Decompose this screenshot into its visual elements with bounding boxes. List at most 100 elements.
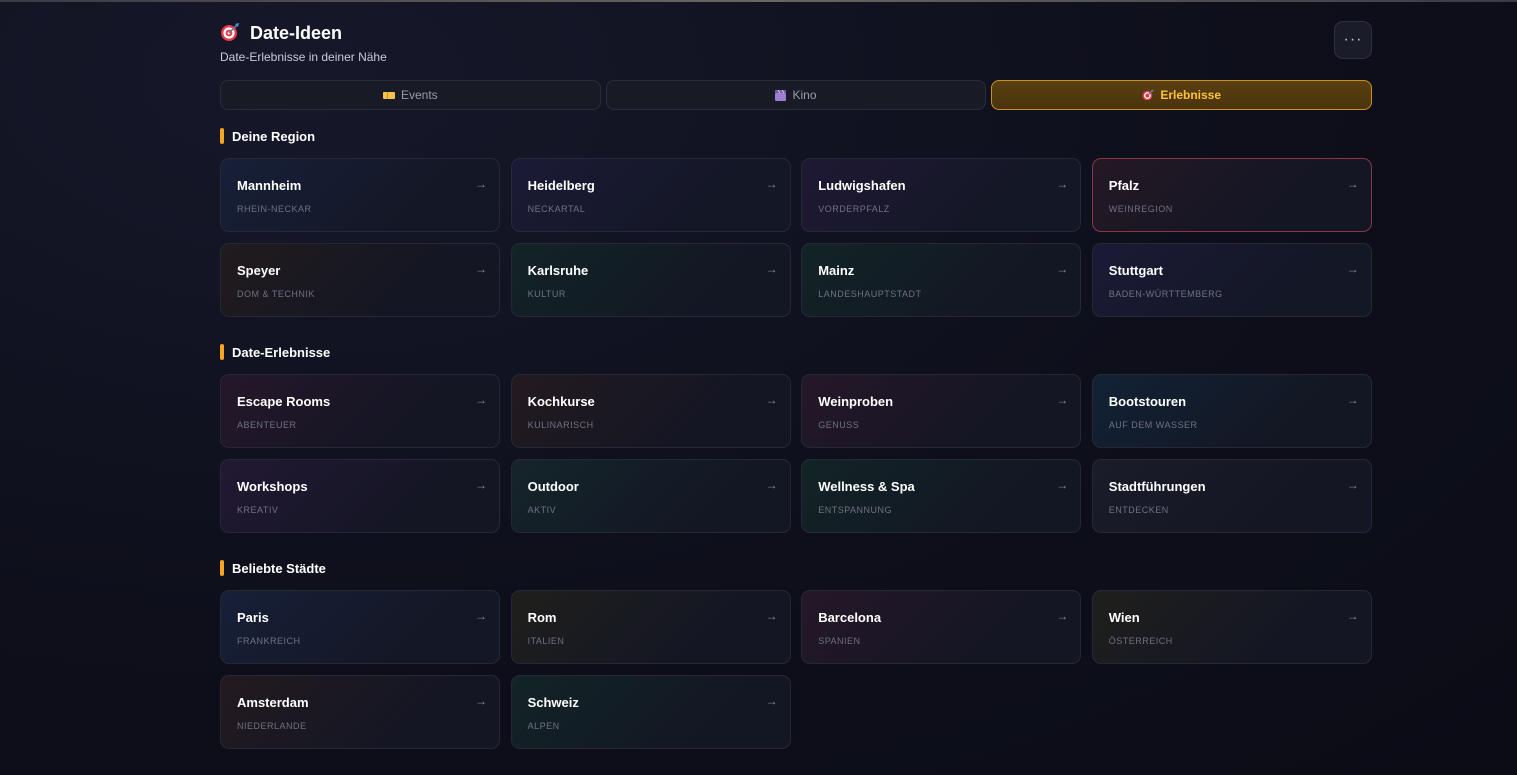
tab-erlebnisse-label: Erlebnisse [1160, 88, 1222, 102]
section-accent-bar [220, 344, 224, 360]
card-barcelona[interactable]: Barcelona SPANIEN → [801, 590, 1082, 664]
section-accent-bar [220, 128, 224, 144]
card-subtitle: BADEN-WÜRTTEMBERG [1108, 289, 1223, 299]
section-title-experiences: Date-Erlebnisse [220, 344, 330, 360]
card-subtitle: DOM & TECHNIK [237, 289, 315, 299]
card-title: Barcelona [818, 610, 882, 625]
card-pfalz[interactable]: Pfalz WEINREGION → [1091, 158, 1372, 232]
card-subtitle: FRANKREICH [237, 636, 301, 646]
card-subtitle: ITALIEN [527, 636, 565, 646]
arrow-right-icon: → [765, 609, 778, 623]
card-title: Kochkurse [527, 394, 595, 409]
card-escape-rooms[interactable]: Escape Rooms ABENTEUER → [220, 374, 500, 448]
card-subtitle: VORDERPFALZ [818, 204, 890, 214]
arrow-right-icon: → [1056, 478, 1069, 492]
more-dots-icon: ··· [1343, 31, 1363, 48]
card-subtitle: AUF DEM WASSER [1108, 420, 1198, 430]
tab-events[interactable]: Events [220, 80, 601, 110]
card-karlsruhe[interactable]: Karlsruhe KULTUR → [510, 243, 791, 317]
page-container: Date-Ideen Date-Erlebnisse in deiner Näh… [220, 0, 1373, 749]
card-title: Escape Rooms [237, 394, 331, 409]
page-subtitle: Date-Erlebnisse in deiner Nähe [220, 50, 387, 64]
card-title: Speyer [237, 263, 281, 278]
card-rom[interactable]: Rom ITALIEN → [510, 590, 791, 664]
region-grid: Mannheim RHEIN-NECKAR → Heidelberg NECKARTAL… [220, 158, 1372, 317]
card-subtitle: ÖSTERREICH [1108, 636, 1173, 646]
card-subtitle: NECKARTAL [527, 204, 586, 214]
card-subtitle: ENTSPANNUNG [818, 505, 893, 515]
arrow-right-icon: → [765, 393, 778, 407]
card-title: Bootstouren [1108, 394, 1187, 409]
arrow-right-icon: → [765, 694, 778, 708]
card-weinproben[interactable]: Weinproben GENUSS → [801, 374, 1082, 448]
card-title: Mainz [818, 263, 855, 278]
section-accent-bar [220, 560, 224, 576]
arrow-right-icon: → [475, 609, 487, 623]
section-title-label: Date-Erlebnisse [232, 344, 331, 360]
card-title: Mannheim [237, 178, 302, 193]
card-subtitle: ENTDECKEN [1108, 505, 1169, 515]
card-stadtführungen[interactable]: Stadtführungen ENTDECKEN → [1091, 459, 1372, 533]
card-title: Weinproben [818, 394, 894, 409]
card-kochkurse[interactable]: Kochkurse KULINARISCH → [510, 374, 791, 448]
more-options-button[interactable]: ··· [1334, 21, 1372, 59]
target-icon [220, 22, 242, 44]
arrow-right-icon: → [1346, 177, 1359, 191]
card-outdoor[interactable]: Outdoor AKTIV → [510, 459, 791, 533]
card-title: Ludwigshafen [818, 178, 906, 193]
card-title: Wellness & Spa [818, 479, 915, 494]
arrow-right-icon: → [475, 262, 487, 276]
card-title: Pfalz [1108, 178, 1140, 193]
ticket-icon [382, 91, 395, 100]
card-subtitle: KREATIV [237, 505, 279, 515]
arrow-right-icon: → [475, 393, 487, 407]
card-heidelberg[interactable]: Heidelberg NECKARTAL → [510, 158, 791, 232]
card-ludwigshafen[interactable]: Ludwigshafen VORDERPFALZ → [801, 158, 1082, 232]
section-title-label: Deine Region [232, 128, 316, 144]
card-speyer[interactable]: Speyer DOM & TECHNIK → [220, 243, 500, 317]
card-subtitle: ABENTEUER [237, 420, 297, 430]
arrow-right-icon: → [1056, 177, 1069, 191]
card-subtitle: NIEDERLANDE [237, 721, 307, 731]
arrow-right-icon: → [1056, 393, 1069, 407]
card-wien[interactable]: Wien ÖSTERREICH → [1091, 590, 1372, 664]
cities-grid: Paris FRANKREICH → Rom ITALIEN → Barcelona SPAN… [220, 590, 1372, 749]
arrow-right-icon: → [1346, 393, 1359, 407]
card-subtitle: WEINREGION [1108, 204, 1173, 214]
card-title: Stadtführungen [1108, 479, 1206, 494]
tab-kino[interactable]: Kino [605, 80, 987, 110]
page-header: Date-Ideen Date-Erlebnisse in deiner Näh… [220, 0, 1372, 80]
card-title: Schweiz [527, 695, 579, 710]
card-title: Wien [1108, 610, 1140, 625]
card-subtitle: KULINARISCH [527, 420, 594, 430]
card-subtitle: KULTUR [527, 289, 566, 299]
card-subtitle: AKTIV [527, 505, 557, 515]
arrow-right-icon: → [765, 177, 778, 191]
page-title: Date-Ideen [250, 22, 343, 43]
tab-events-label: Events [400, 88, 438, 102]
arrow-right-icon: → [765, 478, 778, 492]
section-title-region: Deine Region [220, 128, 315, 144]
target-icon [1142, 89, 1154, 101]
arrow-right-icon: → [1346, 262, 1359, 276]
arrow-right-icon: → [1056, 609, 1069, 623]
card-title: Paris [237, 610, 269, 625]
card-title: Rom [527, 610, 557, 625]
card-mannheim[interactable]: Mannheim RHEIN-NECKAR → [220, 158, 500, 232]
card-subtitle: LANDESHAUPTSTADT [818, 289, 922, 299]
card-title: Karlsruhe [527, 263, 589, 278]
card-workshops[interactable]: Workshops KREATIV → [220, 459, 500, 533]
card-paris[interactable]: Paris FRANKREICH → [220, 590, 500, 664]
card-title: Heidelberg [527, 178, 595, 193]
card-bootstouren[interactable]: Bootstouren AUF DEM WASSER → [1091, 374, 1372, 448]
card-mainz[interactable]: Mainz LANDESHAUPTSTADT → [801, 243, 1082, 317]
card-amsterdam[interactable]: Amsterdam NIEDERLANDE → [220, 675, 500, 749]
section-title-label: Beliebte Städte [232, 560, 326, 576]
card-subtitle: ALPEN [527, 721, 560, 731]
title-row: Date-Ideen [220, 22, 342, 44]
tab-erlebnisse[interactable]: Erlebnisse [991, 80, 1373, 110]
arrow-right-icon: → [1056, 262, 1069, 276]
card-stuttgart[interactable]: Stuttgart BADEN-WÜRTTEMBERG → [1091, 243, 1372, 317]
card-schweiz[interactable]: Schweiz ALPEN → [510, 675, 791, 749]
card-wellness-spa[interactable]: Wellness & Spa ENTSPANNUNG → [801, 459, 1082, 533]
